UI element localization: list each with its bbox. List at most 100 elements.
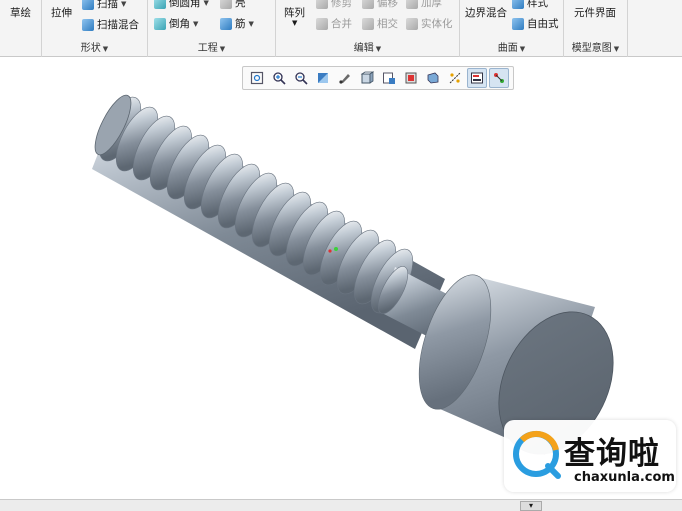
shell-icon [220, 0, 232, 9]
spin-center-icon[interactable] [489, 68, 509, 88]
chevron-down-icon: ▼ [375, 45, 382, 53]
swept-blend-button[interactable]: 扫描混合 [82, 17, 139, 32]
round-label: 倒圆角 [169, 0, 201, 9]
sketch-label: 草绘 [10, 7, 31, 19]
trim-label: 修剪 [331, 0, 352, 9]
ribbon: 草绘 拉伸 扫描 ▼ 扫描混合 形状 ▼ 倒圆角 ▼ 壳 倒角 ▼ 筋 ▼ 工程… [0, 0, 682, 57]
zoom-in-icon[interactable] [269, 68, 289, 88]
sweep-button[interactable]: 扫描 ▼ [82, 0, 126, 11]
saved-orientations-icon[interactable] [379, 68, 399, 88]
chamfer-button[interactable]: 倒角 ▼ [154, 16, 198, 31]
watermark-text-en: chaxunla.com [574, 470, 675, 485]
swept-blend-label: 扫描混合 [97, 19, 139, 31]
solidify-label: 实体化 [421, 18, 453, 30]
chevron-down-icon: ▼ [121, 0, 127, 8]
shell-label: 壳 [235, 0, 246, 9]
group-title-surface[interactable]: 曲面 ▼ [460, 39, 563, 55]
component-interface-label: 元件界面 [574, 7, 616, 19]
chevron-down-icon: ▼ [193, 19, 199, 28]
extrude-label: 拉伸 [51, 7, 72, 19]
merge-button[interactable]: 合并 [316, 16, 352, 31]
group-title-edit[interactable]: 编辑 ▼ [276, 39, 459, 55]
zoom-out-icon[interactable] [291, 68, 311, 88]
freestyle-label: 自由式 [527, 18, 559, 30]
ribbon-group-datum: 草绘 [0, 0, 42, 57]
group-title-engineering[interactable]: 工程 ▼ [148, 39, 275, 55]
trim-icon [316, 0, 328, 9]
view-manager-icon[interactable] [401, 68, 421, 88]
intersect-label: 相交 [377, 18, 398, 30]
group-title-surface-text: 曲面 [497, 43, 518, 54]
ribbon-group-surface: 边界混合 样式 自由式 曲面 ▼ [460, 0, 564, 57]
view-toolbar [242, 66, 514, 90]
intersect-button[interactable]: 相交 [362, 16, 398, 31]
offset-label: 偏移 [377, 0, 398, 9]
sketch-button[interactable]: 草绘 [10, 5, 31, 20]
round-icon [154, 0, 166, 9]
style-button[interactable]: 样式 [512, 0, 548, 10]
group-title-shape-text: 形状 [80, 43, 101, 54]
style-icon [512, 0, 524, 9]
rib-icon [220, 17, 232, 30]
perspective-icon[interactable] [423, 68, 443, 88]
group-title-edit-text: 编辑 [353, 43, 374, 54]
intersect-icon [362, 17, 374, 30]
ribbon-group-model-intent: 元件界面 模型意图 ▼ [564, 0, 628, 57]
rib-label: 筋 [235, 18, 246, 30]
chevron-down-icon: ▼ [248, 19, 254, 28]
group-title-model-intent-text: 模型意图 [571, 43, 612, 54]
shell-button[interactable]: 壳 [220, 0, 246, 10]
thicken-button[interactable]: 加厚 [406, 0, 442, 10]
merge-icon [316, 17, 328, 30]
chamfer-icon [154, 17, 166, 30]
watermark: 查询啦 chaxunla.com [504, 420, 676, 492]
style-label: 样式 [527, 0, 548, 9]
chevron-down-icon: ▼ [519, 45, 526, 53]
thicken-icon [406, 0, 418, 9]
group-title-model-intent[interactable]: 模型意图 ▼ [564, 39, 627, 55]
status-bar: ▾ [0, 499, 682, 511]
reorient-icon[interactable] [335, 68, 355, 88]
freestyle-icon [512, 17, 524, 30]
trim-button[interactable]: 修剪 [316, 0, 352, 10]
freestyle-button[interactable]: 自由式 [512, 16, 559, 31]
watermark-logo-icon [513, 430, 561, 479]
extrude-button[interactable]: 拉伸 [51, 5, 72, 20]
chevron-down-icon: ▼ [102, 45, 109, 53]
filter-icon[interactable]: ▾ [520, 501, 542, 511]
ribbon-group-engineering: 倒圆角 ▼ 壳 倒角 ▼ 筋 ▼ 工程 ▼ [148, 0, 276, 57]
ribbon-group-shape: 拉伸 扫描 ▼ 扫描混合 形状 ▼ [42, 0, 148, 57]
annotation-display-icon[interactable] [467, 68, 487, 88]
offset-button[interactable]: 偏移 [362, 0, 398, 10]
zoom-fit-icon[interactable] [247, 68, 267, 88]
sweep-label: 扫描 [97, 0, 118, 10]
group-title-shape[interactable]: 形状 ▼ [42, 39, 147, 55]
swept-blend-icon [82, 18, 94, 31]
pattern-dropdown[interactable]: ▼ [292, 19, 297, 27]
chevron-down-icon: ▼ [203, 0, 209, 7]
pattern-button[interactable]: 阵列 [284, 5, 305, 20]
group-title-engineering-text: 工程 [197, 43, 218, 54]
watermark-text-cn: 查询啦 [564, 436, 660, 472]
offset-icon [362, 0, 374, 9]
boundary-blend-label: 边界混合 [465, 7, 507, 19]
chamfer-label: 倒角 [169, 18, 190, 30]
pattern-label: 阵列 [284, 7, 305, 19]
solidify-icon [406, 17, 418, 30]
display-style-icon[interactable] [357, 68, 377, 88]
round-button[interactable]: 倒圆角 ▼ [154, 0, 209, 10]
thread-ridges [98, 96, 414, 314]
boundary-blend-button[interactable]: 边界混合 [465, 5, 507, 20]
chevron-down-icon: ▼ [613, 45, 620, 53]
merge-label: 合并 [331, 18, 352, 30]
solidify-button[interactable]: 实体化 [406, 16, 453, 31]
repaint-icon[interactable] [313, 68, 333, 88]
sweep-icon [82, 0, 94, 10]
thicken-label: 加厚 [421, 0, 442, 9]
rib-button[interactable]: 筋 ▼ [220, 16, 254, 31]
chevron-down-icon: ▼ [219, 45, 226, 53]
ribbon-group-edit: 阵列 ▼ 修剪 偏移 加厚 合并 相交 实体化 编辑 ▼ [276, 0, 460, 57]
datum-display-icon[interactable] [445, 68, 465, 88]
chevron-down-icon: ▼ [292, 19, 298, 27]
component-interface-button[interactable]: 元件界面 [574, 5, 616, 20]
